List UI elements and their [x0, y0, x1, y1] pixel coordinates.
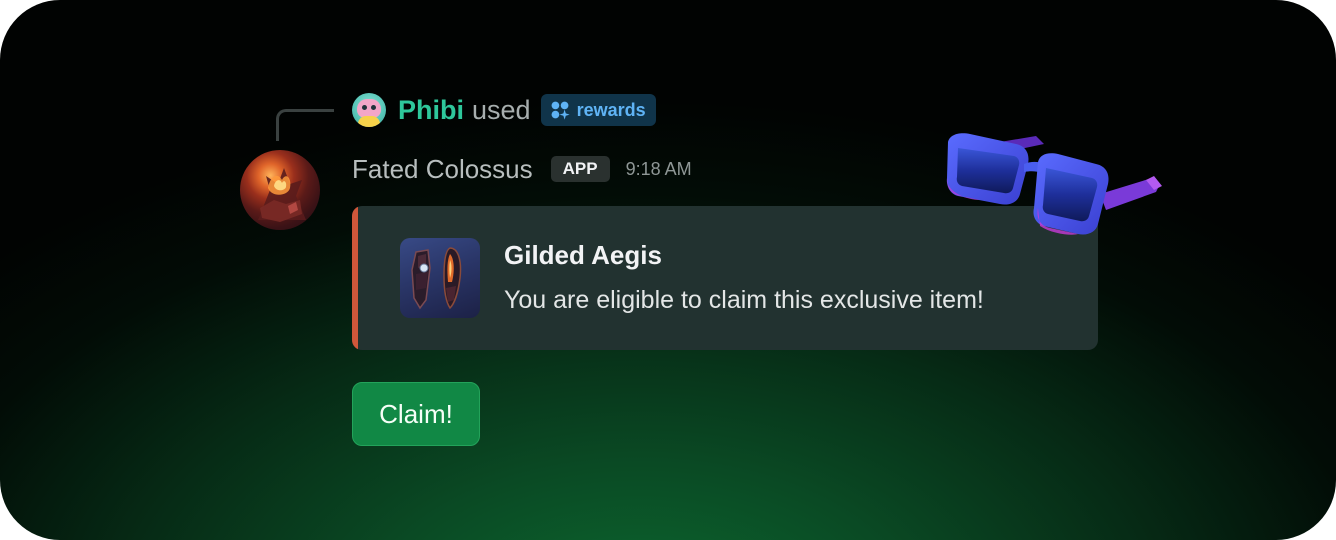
avatar-eye-right: [371, 105, 376, 110]
claim-button[interactable]: Claim!: [352, 382, 480, 446]
sunglasses-icon: [946, 133, 1162, 235]
reply-action-text: used: [472, 94, 531, 125]
avatar-body: [358, 116, 380, 127]
command-mention[interactable]: rewards: [540, 94, 656, 126]
app-badge: APP: [550, 156, 610, 182]
embed-description: You are eligible to claim this exclusive…: [504, 286, 984, 314]
fire-warrior-avatar[interactable]: [240, 150, 320, 230]
embed-accent-bar: [352, 206, 358, 350]
author-name[interactable]: Fated Colossus: [352, 154, 533, 185]
embed-title: Gilded Aegis: [504, 240, 662, 270]
rewards-sparkle-icon: [551, 101, 570, 120]
reply-connector: [276, 109, 334, 141]
gauntlets-item-icon: [400, 238, 480, 318]
reply-user-name[interactable]: Phibi: [398, 95, 464, 126]
avatar-art: [258, 168, 306, 222]
message-header: Fated Colossus APP 9:18 AM: [352, 150, 692, 188]
gauntlets-art: [411, 247, 462, 310]
avatar-eye-left: [362, 105, 367, 110]
command-used-row: Phibi used rewards: [352, 92, 656, 128]
command-label: rewards: [576, 99, 646, 120]
timestamp: 9:18 AM: [625, 158, 692, 179]
frog-avatar-icon[interactable]: [352, 93, 386, 127]
reward-card: Phibi used rewards Fated Colossus APP 9:…: [0, 0, 1336, 540]
